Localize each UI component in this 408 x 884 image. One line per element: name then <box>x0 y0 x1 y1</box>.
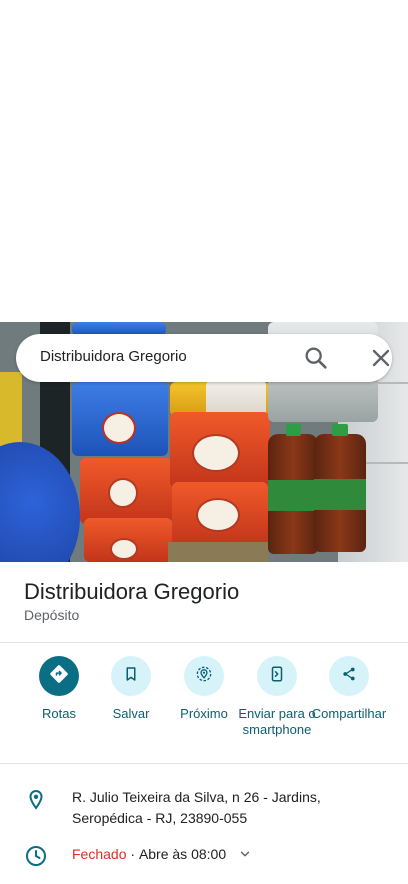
send-to-phone-button[interactable]: Enviar para o smartphone <box>237 656 317 738</box>
share-icon <box>340 665 358 688</box>
place-title: Distribuidora Gregorio <box>24 579 240 604</box>
divider <box>0 642 408 643</box>
location-pin-icon <box>24 788 48 812</box>
send-to-phone-icon <box>268 665 286 688</box>
bookmark-icon <box>122 665 140 688</box>
directions-label: Rotas <box>42 706 76 721</box>
place-address[interactable]: R. Julio Teixeira da Silva, n 26 - Jardi… <box>72 787 372 829</box>
search-query[interactable]: Distribuidora Gregorio <box>40 348 187 365</box>
clock-icon <box>24 844 48 868</box>
share-button[interactable]: Compartilhar <box>309 656 389 722</box>
opens-at: Abre às 08:00 <box>138 846 227 862</box>
place-category: Depósito <box>24 607 80 623</box>
close-icon[interactable] <box>367 344 395 372</box>
save-button[interactable]: Salvar <box>91 656 171 722</box>
directions-button[interactable]: Rotas <box>19 656 99 722</box>
opening-hours[interactable]: Fechado · Abre às 08:00 <box>72 846 252 862</box>
nearby-label: Próximo <box>180 706 228 721</box>
nearby-button[interactable]: Próximo <box>164 656 244 722</box>
chevron-down-icon[interactable] <box>238 847 252 861</box>
save-label: Salvar <box>112 706 150 721</box>
search-icon[interactable] <box>302 344 330 372</box>
nearby-icon <box>194 664 214 689</box>
search-box[interactable]: Distribuidora Gregorio <box>16 334 392 382</box>
hours-separator: · <box>126 846 139 862</box>
open-status: Fechado <box>72 846 127 862</box>
directions-icon <box>49 664 69 689</box>
map-blank-area <box>0 0 408 322</box>
divider <box>0 763 408 764</box>
send-to-phone-label: Enviar para o smartphone <box>238 706 316 737</box>
share-label: Compartilhar <box>311 706 387 721</box>
